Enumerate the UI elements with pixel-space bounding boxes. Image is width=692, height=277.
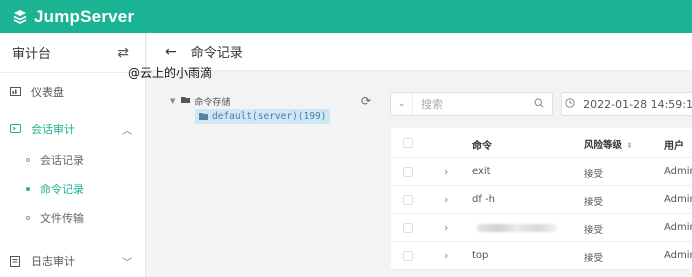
jumpserver-logo-icon [13,9,27,24]
cell-user: Admin [664,222,692,233]
watermark: @云上的小雨滴 [128,66,213,80]
date-start-value[interactable]: 2022-01-28 14:59:16 [583,98,692,111]
cell-user: Admin [664,166,692,177]
sidebar-item-label: 仪表盘 [31,86,64,99]
tree-root[interactable]: ▼ 命令存储 [170,94,230,108]
risk-header-label: 风险等级 [584,140,623,151]
caret-down-icon[interactable]: ▼ [170,97,175,105]
cell-command: df -h [472,194,495,205]
sort-icon[interactable]: ⬍ [626,141,633,150]
table-row[interactable]: › exit 接受 Admin [391,158,692,186]
tree-node-label: default(server)(199) [212,111,327,122]
top-navbar: JumpServer [0,0,692,33]
expand-chevron-icon[interactable]: › [444,249,448,262]
chevron-down-icon[interactable]: ⌄ [391,93,413,115]
sidebar-subitem-session-records[interactable]: 会话记录 [0,153,146,167]
table-row[interactable]: › 接受 Admin [391,214,692,242]
clock-icon [562,97,577,111]
chevron-up-icon: ︿ [122,125,132,137]
refresh-icon[interactable]: ⟳ [361,94,371,108]
cell-risk: 接受 [584,225,604,236]
expand-chevron-icon[interactable]: › [444,165,448,178]
row-checkbox[interactable] [403,195,413,205]
tree-root-label: 命令存储 [194,97,231,108]
dashboard-icon [9,86,21,98]
cell-user: Admin [664,250,692,261]
sidebar: 审计台 ⇄ 仪表盘 会话审计 ︿ 会话记录 命令记录 文件传输 日志审计 ﹀ [0,33,146,277]
sidebar-item-dashboard[interactable]: 仪表盘 [0,84,146,100]
select-all-checkbox[interactable] [403,138,413,148]
table-header: 命令 风险等级 ⬍ 用户 [391,128,692,158]
sidebar-subitem-command-records[interactable]: 命令记录 [0,182,146,196]
folder-icon [199,113,208,120]
cell-risk: 接受 [584,197,604,208]
chevron-down-icon: ﹀ [122,257,132,269]
search-box[interactable]: ⌄ 搜索 [390,92,553,116]
sidebar-header: 审计台 ⇄ [0,33,145,73]
sidebar-item-label: 日志审计 [31,255,75,268]
column-header-risk[interactable]: 风险等级 ⬍ [584,137,633,151]
cell-risk: 接受 [584,169,604,180]
sidebar-item-label: 会话审计 [31,123,75,136]
log-audit-icon [9,255,21,267]
column-header-command: 命令 [472,141,492,152]
row-checkbox[interactable] [403,167,413,177]
sidebar-item-log-audit[interactable]: 日志审计 ﹀ [0,253,146,269]
table-row[interactable]: › df -h 接受 Admin [391,186,692,214]
expand-chevron-icon[interactable]: › [444,221,448,234]
page-title: 命令记录 [190,46,243,61]
storage-tree: ▼ 命令存储 [170,94,230,108]
cell-risk: 接受 [584,253,604,264]
bullet-icon [26,187,30,191]
date-range-picker[interactable]: 2022-01-28 14:59:16 [561,92,692,116]
sidebar-subitem-label: 文件传输 [40,212,84,225]
table-row[interactable]: › top 接受 Admin [391,242,692,270]
bullet-icon [26,216,30,220]
cell-user: Admin [664,194,692,205]
commands-table: 命令 风险等级⬍ 用户 › exit 接受 Admin › df -h 接受 A… [391,128,692,270]
sidebar-title: 审计台 [12,47,52,62]
column-header-user: 用户 [664,141,684,152]
expand-chevron-icon[interactable]: › [444,193,448,206]
arrow-left-icon[interactable]: ← [165,44,177,60]
redacted-command [477,224,557,232]
session-audit-icon [9,123,21,135]
search-input[interactable]: 搜索 [421,96,534,112]
cell-command: exit [472,166,491,177]
row-checkbox[interactable] [403,251,413,261]
sidebar-subitem-label: 会话记录 [40,154,84,167]
swap-icon[interactable]: ⇄ [117,45,129,61]
cell-command: top [472,250,489,261]
page-header: ← 命令记录 [147,33,692,71]
tree-node-selected[interactable]: default(server)(199) [195,109,331,124]
bullet-icon [26,158,30,162]
sidebar-subitem-label: 命令记录 [40,183,84,196]
brand-name[interactable]: JumpServer [34,7,134,27]
folder-open-icon [181,96,191,107]
search-icon[interactable] [534,97,544,111]
sidebar-subitem-file-transfer[interactable]: 文件传输 [0,211,146,225]
sidebar-item-session-audit[interactable]: 会话审计 ︿ [0,121,146,137]
row-checkbox[interactable] [403,223,413,233]
